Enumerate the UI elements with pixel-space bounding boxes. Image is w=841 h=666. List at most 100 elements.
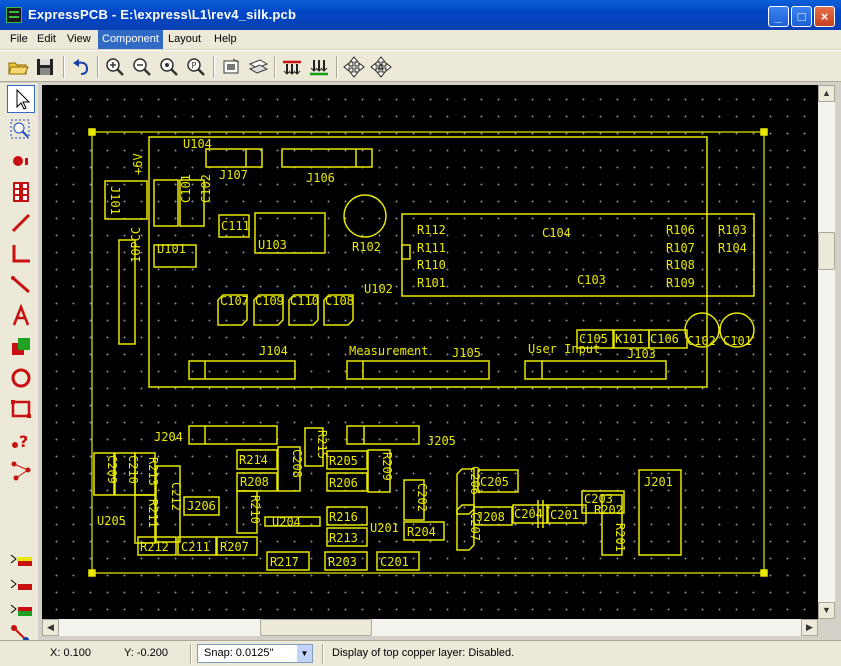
j107-outline (205, 148, 263, 168)
open-icon[interactable] (6, 55, 30, 79)
toolbar-separator (213, 56, 215, 78)
select-pointer-icon[interactable] (7, 85, 35, 113)
vertical-scrollbar[interactable]: ▲ ▼ (818, 85, 835, 619)
label-r213: R213 (329, 531, 358, 545)
menu-edit[interactable]: Edit (33, 30, 60, 49)
horizontal-scroll-thumb[interactable] (260, 619, 372, 636)
trace-icon[interactable] (7, 209, 35, 237)
label-c109: C109 (255, 294, 284, 308)
label-r213-left: R213 (146, 457, 160, 486)
label-r204: R204 (407, 525, 436, 539)
j204-outline (188, 425, 278, 445)
scroll-right-icon[interactable]: ▶ (801, 619, 818, 636)
net-icon[interactable] (7, 457, 35, 485)
outline-corner (88, 569, 96, 577)
label-c207: C207 (468, 512, 482, 541)
query-icon[interactable]: ? (7, 426, 35, 454)
snap-select[interactable]: Snap: 0.0125" ▼ (197, 644, 313, 663)
menu-layout[interactable]: Layout (164, 30, 205, 49)
label-j104: J104 (259, 344, 288, 358)
menu-component[interactable]: Component (98, 30, 163, 49)
filled-plane-icon[interactable] (7, 333, 35, 361)
c101-outline (153, 179, 179, 227)
j103-outline (524, 360, 667, 380)
label-c107: C107 (220, 294, 249, 308)
zoom-fit-icon[interactable]: P (184, 55, 208, 79)
label-j101: J101 (108, 186, 122, 215)
save-icon[interactable] (33, 55, 57, 79)
zoom-select-icon[interactable] (7, 116, 35, 144)
vertical-scroll-thumb[interactable] (818, 232, 835, 270)
zoom-window-icon[interactable] (157, 55, 181, 79)
label-c209: C209 (105, 455, 119, 484)
rectangle-icon[interactable] (7, 395, 35, 423)
menu-view[interactable]: View (63, 30, 95, 49)
top-pads-icon[interactable] (280, 55, 304, 79)
label-j106: J106 (306, 171, 335, 185)
bottom-pads-icon[interactable] (307, 55, 331, 79)
label-c201-right: C201 (550, 508, 579, 522)
label-j105: J105 (452, 346, 481, 360)
layer-icon[interactable] (246, 55, 270, 79)
label-u201: U201 (370, 521, 399, 535)
connection-icon[interactable] (7, 620, 35, 643)
zoom-out-icon[interactable] (130, 55, 154, 79)
scroll-down-icon[interactable]: ▼ (818, 602, 835, 619)
horizontal-scrollbar[interactable]: ◀ ▶ (42, 619, 818, 636)
label-r112: R112 (417, 223, 446, 237)
undo-icon[interactable] (69, 55, 93, 79)
label-r206: R206 (329, 476, 358, 490)
j105-outline (346, 360, 490, 380)
pcb-canvas[interactable]: U104 J107 J106 +6V J101 C101 C102 C111 U… (42, 85, 818, 619)
minimize-button[interactable]: _ (768, 6, 789, 27)
circle-icon[interactable] (7, 364, 35, 392)
snap-value: Snap: 0.0125" (204, 647, 274, 659)
layer-silk-icon[interactable] (7, 595, 35, 619)
layer-bottom-icon[interactable] (7, 570, 35, 594)
label-c110: C110 (290, 294, 319, 308)
label-c101-right: C101 (723, 334, 752, 348)
board-drawing[interactable]: U104 J107 J106 +6V J101 C101 C102 C111 U… (42, 85, 818, 619)
scroll-up-icon[interactable]: ▲ (818, 85, 835, 102)
label-u101: U101 (157, 242, 186, 256)
trace-angle-icon[interactable] (7, 240, 35, 268)
label-r106: R106 (666, 223, 695, 237)
label-r104: R104 (718, 241, 747, 255)
app-icon (6, 7, 22, 23)
label-u204: U204 (272, 515, 301, 529)
auto-move-icon[interactable]: A (369, 55, 393, 79)
toolbar-separator (97, 56, 99, 78)
close-button[interactable]: × (814, 6, 835, 27)
chevron-down-icon[interactable]: ▼ (297, 645, 312, 662)
window-title: ExpressPCB - E:\express\L1\rev4_silk.pcb (28, 7, 297, 22)
label-r202: R202 (594, 503, 623, 517)
status-x-coordinate: X: 0.100 (50, 647, 91, 659)
status-bar: X: 0.100 Y: -0.200 Snap: 0.0125" ▼ Displ… (0, 640, 841, 666)
label-r212: R212 (140, 540, 169, 554)
zoom-in-icon[interactable] (103, 55, 127, 79)
label-c201: C201 (380, 555, 409, 569)
label-c111: C111 (221, 219, 250, 233)
title-bar[interactable]: ExpressPCB - E:\express\L1\rev4_silk.pcb… (0, 0, 841, 30)
label-j206: J206 (187, 499, 216, 513)
svg-text:A: A (378, 63, 384, 72)
properties-icon[interactable] (219, 55, 243, 79)
component-icon[interactable] (7, 178, 35, 206)
move-icon[interactable] (342, 55, 366, 79)
label-r208: R208 (240, 475, 269, 489)
label-r215: R215 (315, 430, 329, 459)
text-icon[interactable] (7, 302, 35, 330)
menu-help[interactable]: Help (210, 30, 241, 49)
label-r102: R102 (352, 240, 381, 254)
label-c101: C101 (179, 174, 193, 203)
maximize-button[interactable]: □ (791, 6, 812, 27)
layer-top-icon[interactable] (7, 545, 35, 569)
label-r211: R211 (146, 499, 160, 528)
label-k101: K101 (615, 332, 644, 346)
scroll-left-icon[interactable]: ◀ (42, 619, 59, 636)
pad-icon[interactable] (7, 147, 35, 175)
menu-file[interactable]: File (6, 30, 32, 49)
status-y-coordinate: Y: -0.200 (124, 647, 169, 659)
label-r111: R111 (417, 241, 446, 255)
trace-diagonal-icon[interactable] (7, 271, 35, 299)
